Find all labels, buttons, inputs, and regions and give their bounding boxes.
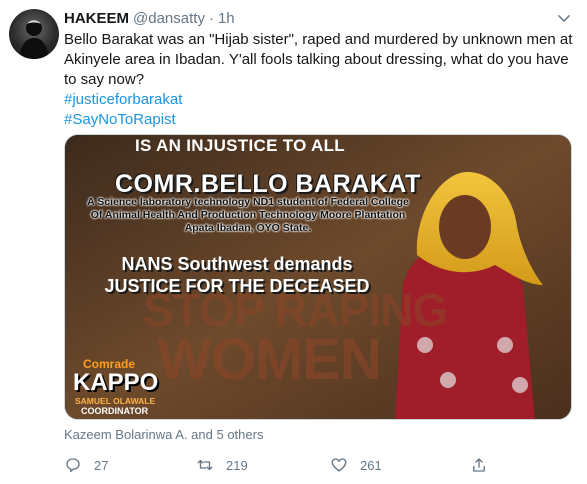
share-icon [473, 458, 485, 472]
chevron-down-icon[interactable] [555, 9, 573, 27]
reply-button[interactable]: 27 [64, 454, 108, 476]
poster-women: WOMEN [157, 327, 382, 392]
tweet-media-image[interactable]: IS AN INJUSTICE TO ALL COMR.BELLO BARAKA… [64, 134, 572, 420]
like-button[interactable]: 261 [330, 454, 382, 476]
poster-coordinator: COORDINATOR [81, 406, 149, 416]
retweet-count: 219 [226, 457, 248, 473]
poster-nans-line1: NANS Southwest demands [121, 254, 353, 274]
author-handle[interactable]: @dansatty [133, 10, 205, 27]
share-button[interactable] [470, 454, 488, 476]
reply-count: 27 [94, 457, 109, 473]
poster-name: COMR.BELLO BARAKAT [115, 170, 421, 198]
poster-kappo: KAPPO [73, 369, 159, 396]
hashtag-link[interactable]: #justiceforbarakat [64, 90, 574, 110]
poster-samuel: SAMUEL OLAWALE [75, 396, 156, 406]
tweet-actions: 27 219 261 [64, 454, 524, 476]
tweet[interactable]: HAKEEM @dansatty · 1h Bello Barakat was … [0, 0, 587, 484]
heart-icon [331, 458, 347, 472]
tweet-body: Bello Barakat was an "Hijab sister", rap… [64, 30, 574, 130]
timestamp[interactable]: 1h [218, 10, 235, 27]
poster-description: A Science laboratory technology ND1 stud… [87, 196, 409, 234]
separator: · [208, 9, 214, 27]
tweet-text: Bello Barakat was an "Hijab sister", rap… [64, 31, 573, 88]
reply-icon [66, 458, 80, 473]
tweet-header: HAKEEM @dansatty · 1h [64, 8, 235, 28]
retweet-icon [197, 459, 213, 471]
retweet-button[interactable]: 219 [196, 454, 248, 476]
like-count: 261 [360, 457, 382, 473]
hashtag-link[interactable]: #SayNoToRapist [64, 110, 574, 130]
avatar[interactable] [9, 9, 59, 59]
poster-headline: IS AN INJUSTICE TO ALL [135, 136, 345, 155]
author-name[interactable]: HAKEEM [64, 10, 129, 27]
social-context[interactable]: Kazeem Bolarinwa A. and 5 others [64, 427, 263, 442]
